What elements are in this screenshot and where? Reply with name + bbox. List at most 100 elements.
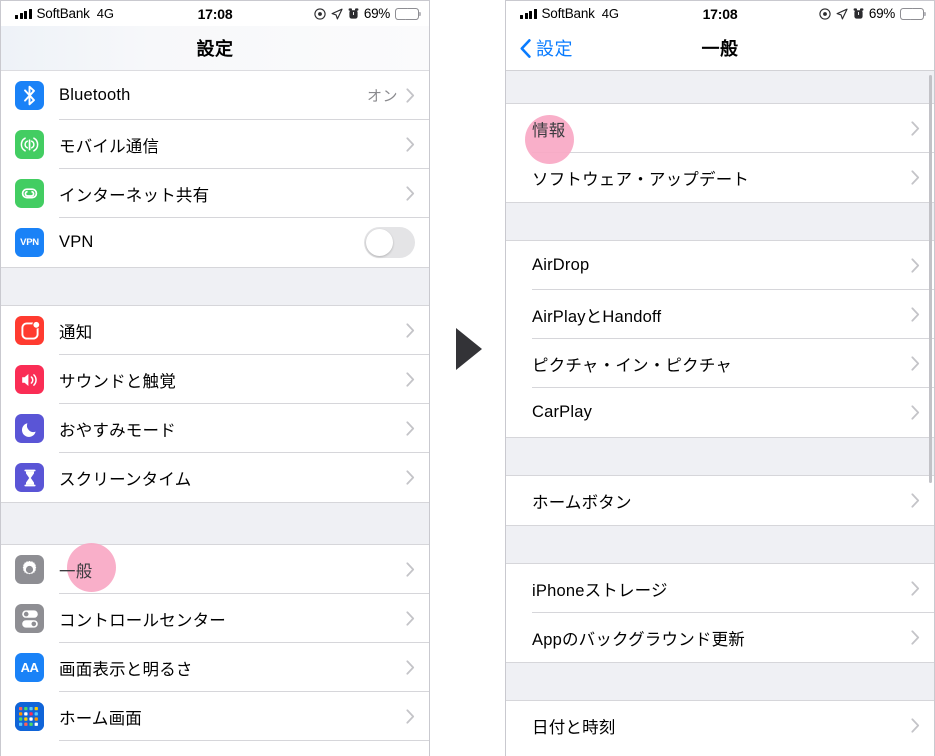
back-button-label: 設定 xyxy=(536,39,573,59)
back-button[interactable]: 設定 xyxy=(506,35,573,61)
chevron-right-icon xyxy=(406,88,429,103)
settings-row-label: Appのバックグラウンド更新 xyxy=(532,630,745,649)
chevron-right-icon xyxy=(406,186,429,201)
settings-row-cellular[interactable]: モバイル通信 xyxy=(1,120,429,169)
settings-row-notifications[interactable]: 通知 xyxy=(1,306,429,355)
settings-row-label: サウンドと触覚 xyxy=(59,372,176,391)
settings-row-date-time[interactable]: 日付と時刻 xyxy=(506,701,934,750)
left-phone-screen: SoftBank 4G 17:08 69% 設定 Bluetooth オン モバ… xyxy=(0,0,430,756)
list-group-gap xyxy=(506,202,934,241)
settings-row-control-center[interactable]: コントロールセンター xyxy=(1,594,429,643)
network-type-label: 4G xyxy=(96,6,115,21)
status-bar-left-cluster: SoftBank 4G xyxy=(15,6,114,21)
chevron-right-icon xyxy=(406,137,429,152)
vpn-toggle[interactable] xyxy=(364,227,415,258)
settings-list-right: 情報 ソフトウェア・アップデート AirDrop AirPlayとHandoff… xyxy=(506,71,934,750)
chevron-right-icon xyxy=(406,470,429,485)
charging-bolt-icon xyxy=(403,8,411,19)
settings-row-value: オン xyxy=(366,88,398,105)
control-center-icon xyxy=(15,604,44,633)
settings-row-label: Bluetooth xyxy=(59,86,131,104)
settings-row-label: AirDrop xyxy=(532,256,590,274)
settings-row-label: スクリーンタイム xyxy=(59,470,192,489)
settings-row-label: おやすみモード xyxy=(59,421,176,440)
settings-row-personal-hotspot[interactable]: インターネット共有 xyxy=(1,169,429,218)
settings-row-label: コントロールセンター xyxy=(59,611,226,630)
list-group-gap xyxy=(1,267,429,306)
chevron-right-icon xyxy=(911,718,934,733)
settings-row-label: VPN xyxy=(59,233,94,251)
settings-row-label: ピクチャ・イン・ピクチャ xyxy=(532,356,733,375)
left-nav-bar: 設定 xyxy=(1,26,429,71)
settings-row-sounds-haptics[interactable]: サウンドと触覚 xyxy=(1,355,429,404)
settings-row-general[interactable]: 一般 xyxy=(1,545,429,594)
settings-row-iphone-storage[interactable]: iPhoneストレージ xyxy=(506,564,934,613)
settings-row-label: 情報 xyxy=(532,121,566,140)
settings-row-screen-time[interactable]: スクリーンタイム xyxy=(1,453,429,502)
list-group-gap xyxy=(506,437,934,476)
settings-row-label: インターネット共有 xyxy=(59,186,210,205)
settings-row-home-screen[interactable]: ホーム画面 xyxy=(1,692,429,741)
chevron-right-icon xyxy=(911,630,934,645)
carrier-label: SoftBank xyxy=(541,6,595,21)
charging-bolt-icon xyxy=(908,8,916,19)
settings-row-vpn[interactable]: VPN VPN xyxy=(1,218,429,267)
screenshot-stage: SoftBank 4G 17:08 69% 設定 Bluetooth オン モバ… xyxy=(0,0,935,756)
chevron-right-icon xyxy=(406,660,429,675)
chevron-right-icon xyxy=(406,323,429,338)
settings-row-carplay[interactable]: CarPlay xyxy=(506,388,934,437)
chevron-right-icon xyxy=(406,611,429,626)
play-arrow-right-icon xyxy=(456,328,482,370)
status-bar-right: SoftBank 4G 17:08 69% xyxy=(506,1,934,26)
settings-row-bluetooth[interactable]: Bluetooth オン xyxy=(1,71,429,120)
page-title: 設定 xyxy=(196,39,234,59)
settings-row-display-brightness[interactable]: AA 画面表示と明るさ xyxy=(1,643,429,692)
battery-percent-label: 69% xyxy=(363,6,390,21)
settings-row-label: 画面表示と明るさ xyxy=(59,660,193,679)
settings-row-software-update[interactable]: ソフトウェア・アップデート xyxy=(506,153,934,202)
alarm-clock-icon xyxy=(853,7,864,19)
settings-row-label: 通知 xyxy=(59,323,93,342)
cellular-antenna-icon xyxy=(15,130,44,159)
vpn-icon: VPN xyxy=(15,228,44,257)
screen-time-hourglass-icon xyxy=(15,463,44,492)
chevron-right-icon xyxy=(406,709,429,724)
notifications-icon xyxy=(15,316,44,345)
list-group-gap xyxy=(506,525,934,564)
settings-row-do-not-disturb[interactable]: おやすみモード xyxy=(1,404,429,453)
location-arrow-icon xyxy=(331,8,343,19)
settings-row-airplay-handoff[interactable]: AirPlayとHandoff xyxy=(506,290,934,339)
right-phone-screen: SoftBank 4G 17:08 69% 設定 一般 情報 ソフトウェア・アッ… xyxy=(505,0,935,756)
battery-percent-label: 69% xyxy=(868,6,895,21)
chevron-left-icon xyxy=(520,38,531,58)
do-not-disturb-icon xyxy=(819,7,831,20)
personal-hotspot-icon xyxy=(15,179,44,208)
gear-icon xyxy=(15,555,44,584)
signal-bars-icon xyxy=(15,8,32,19)
location-arrow-icon xyxy=(836,8,848,19)
bluetooth-icon xyxy=(15,81,44,110)
settings-row-about[interactable]: 情報 xyxy=(506,104,934,153)
battery-charging-icon xyxy=(900,7,927,20)
settings-row-label: AirPlayとHandoff xyxy=(532,307,662,326)
settings-row-label: CarPlay xyxy=(532,403,593,421)
display-brightness-aa-icon: AA xyxy=(15,653,44,682)
settings-row-background-app-refresh[interactable]: Appのバックグラウンド更新 xyxy=(506,613,934,662)
carrier-label: SoftBank xyxy=(36,6,90,21)
status-bar-right-cluster: 69% xyxy=(819,6,927,21)
settings-row-home-button[interactable]: ホームボタン xyxy=(506,476,934,525)
chevron-right-icon xyxy=(406,372,429,387)
vertical-scrollbar[interactable] xyxy=(928,75,932,483)
chevron-right-icon xyxy=(406,562,429,577)
list-group-gap xyxy=(506,662,934,701)
right-nav-bar: 設定 一般 xyxy=(506,26,934,71)
settings-row-label: 日付と時刻 xyxy=(532,718,616,737)
alarm-clock-icon xyxy=(348,7,359,19)
sounds-haptics-icon xyxy=(15,365,44,394)
do-not-disturb-icon xyxy=(314,7,326,20)
settings-row-picture-in-picture[interactable]: ピクチャ・イン・ピクチャ xyxy=(506,339,934,388)
settings-row-airdrop[interactable]: AirDrop xyxy=(506,241,934,290)
status-bar-left-cluster: SoftBank 4G xyxy=(520,6,619,21)
chevron-right-icon xyxy=(911,493,934,508)
signal-bars-icon xyxy=(520,8,537,19)
